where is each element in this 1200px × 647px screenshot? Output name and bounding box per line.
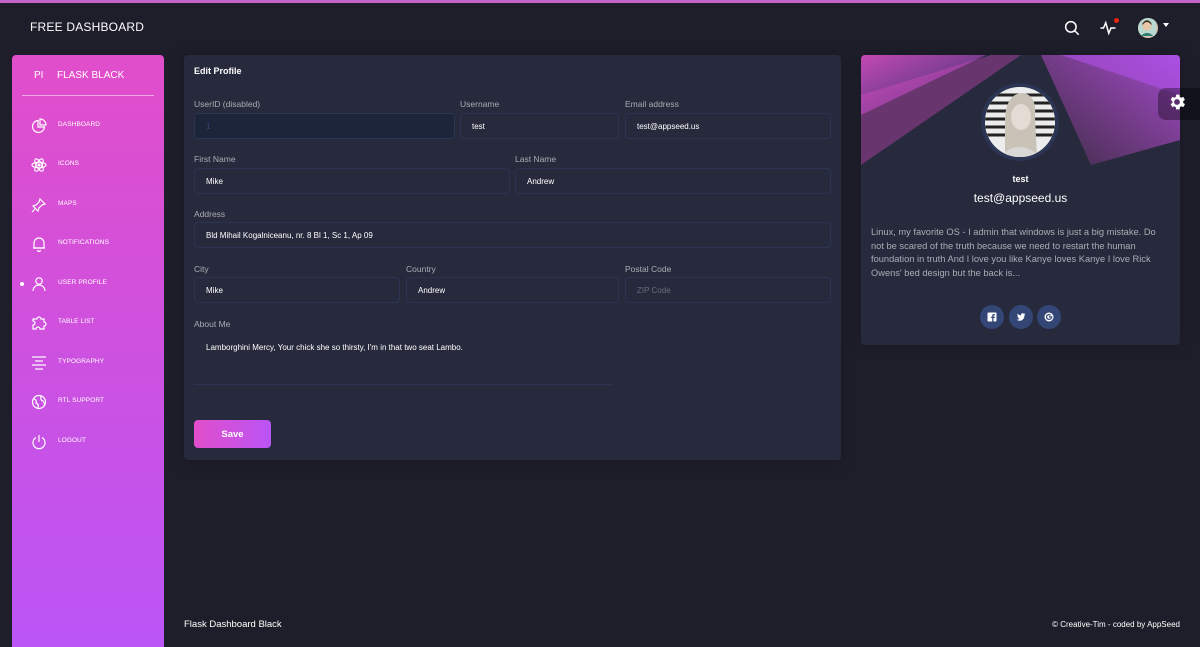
active-indicator [20,282,24,286]
sidebar-item-dashboard[interactable]: DASHBOARD [12,113,164,139]
atom-icon [31,157,47,173]
sidebar: PI FLASK BLACK DASHBOARD ICONS MAPS NOTI… [12,55,164,647]
email-label: Email address [625,99,679,109]
sidebar-divider [22,95,154,96]
gear-icon [1167,92,1187,117]
chart-pie-icon [31,118,47,134]
city-label: City [194,264,209,274]
username-field[interactable] [460,113,619,139]
email-field[interactable] [625,113,831,139]
sidebar-item-label: USER PROFILE [58,279,107,286]
last-name-label: Last Name [515,154,557,164]
settings-toggle[interactable] [1158,88,1200,120]
world-icon [31,394,47,410]
address-label: Address [194,209,226,219]
sidebar-item-notifications[interactable]: NOTIFICATIONS [12,231,164,257]
notification-dot [1114,18,1119,23]
sidebar-item-user-profile[interactable]: USER PROFILE [12,271,164,297]
city-field[interactable] [194,277,400,303]
power-icon [31,434,47,450]
user-icon [31,276,47,292]
google-icon[interactable] [1037,305,1061,329]
card-title: Edit Profile [194,66,242,76]
sidebar-item-label: TABLE LIST [58,318,95,325]
userid-field [194,113,455,139]
puzzle-icon [31,315,47,331]
sidebar-item-label: LOGOUT [58,437,87,444]
sidebar-item-label: NOTIFICATIONS [58,239,110,246]
profile-description: Linux, my favorite OS - I admin that win… [871,227,1156,278]
postal-code-label: Postal Code [625,264,672,274]
first-name-label: First Name [194,154,236,164]
sidebar-item-label: TYPOGRAPHY [58,358,105,365]
save-button[interactable]: Save [194,420,271,448]
sidebar-item-table-list[interactable]: TABLE LIST [12,310,164,336]
sidebar-item-rtl-support[interactable]: RTL SUPPORT [12,389,164,415]
last-name-field[interactable] [515,168,831,194]
user-card: test test@appseed.us Linux, my favorite … [861,55,1180,345]
sidebar-item-typography[interactable]: TYPOGRAPHY [12,350,164,376]
userid-label: UserID (disabled) [194,99,261,109]
country-field[interactable] [406,277,619,303]
pin-icon [31,197,47,213]
facebook-icon[interactable] [980,305,1004,329]
sidebar-item-label: DASHBOARD [58,121,101,128]
avatar[interactable] [1137,17,1159,39]
sidebar-item-label: RTL SUPPORT [58,397,105,404]
username-label: Username [460,99,500,109]
align-center-icon [31,355,47,371]
twitter-icon[interactable] [1009,305,1033,329]
profile-email: test@appseed.us [973,191,1068,205]
postal-code-field[interactable] [625,277,831,303]
sidebar-item-logout[interactable]: LOGOUT [12,429,164,455]
profile-name: test [1012,174,1029,184]
search-icon[interactable] [1061,17,1083,39]
address-field[interactable] [194,222,831,248]
bell-icon [31,236,47,253]
navbar-brand[interactable]: FREE DASHBOARD [30,20,144,34]
activity-icon[interactable] [1097,17,1119,39]
sidebar-logo-mini[interactable]: PI [34,70,43,81]
caret-down-icon[interactable] [1163,23,1169,27]
about-me-textarea[interactable]: Lamborghini Mercy, Your chick she so thi… [194,333,612,385]
profile-avatar [981,83,1059,161]
first-name-field[interactable] [194,168,510,194]
sidebar-item-icons[interactable]: ICONS [12,152,164,178]
country-label: Country [406,264,436,274]
edit-profile-card: Edit Profile UserID (disabled) Username … [184,55,841,460]
footer-credits: © Creative-Tim - coded by AppSeed [1052,620,1180,629]
sidebar-item-label: ICONS [58,160,80,167]
about-me-label: About Me [194,319,231,329]
footer-title[interactable]: Flask Dashboard Black [184,619,282,630]
navbar: FREE DASHBOARD [0,3,1200,51]
sidebar-item-label: MAPS [58,200,77,207]
sidebar-logo-text[interactable]: FLASK BLACK [57,70,124,81]
sidebar-item-maps[interactable]: MAPS [12,192,164,218]
